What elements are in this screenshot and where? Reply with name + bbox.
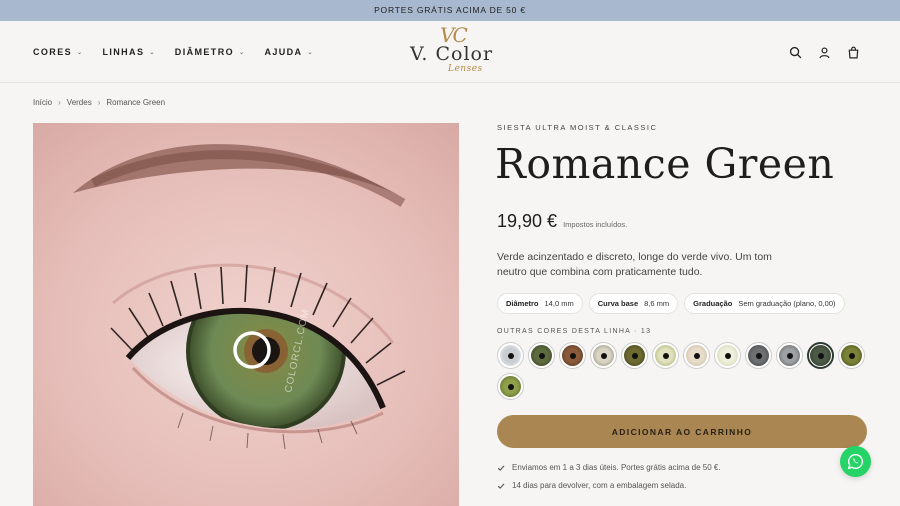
swatch-pupil [507, 383, 514, 390]
spec-value: 14,0 mm [544, 299, 574, 308]
swatch-lens [810, 345, 831, 366]
swatch-pupil [662, 352, 669, 359]
product-description: Verde acinzentado e discreto, longe do v… [497, 251, 772, 278]
chevron-down-icon: ⌄ [77, 49, 84, 56]
perk-shipping: Enviamos em 1 a 3 dias úteis. Portes grá… [497, 463, 721, 472]
color-swatch[interactable] [714, 342, 741, 369]
announcement-text: PORTES GRÁTIS ACIMA DE 50 € [374, 5, 526, 15]
spec-value: Sem graduação (plano, 0,00) [738, 299, 836, 308]
swatch-lens [748, 345, 769, 366]
chevron-down-icon: ⌄ [239, 49, 246, 56]
perk-text: Enviamos em 1 a 3 dias úteis. Portes grá… [512, 463, 721, 472]
spec-diameter: Diâmetro 14,0 mm [497, 293, 583, 314]
swatch-lens [531, 345, 552, 366]
perk-returns: 14 dias para devolver, com a embalagem s… [497, 481, 721, 490]
nav-item-diametro[interactable]: DIÂMETRO ⌄ [175, 47, 246, 57]
swatch-lens [655, 345, 676, 366]
color-swatch[interactable] [776, 342, 803, 369]
color-swatch[interactable] [621, 342, 648, 369]
breadcrumb-current: Romance Green [106, 98, 166, 107]
swatch-lens [841, 345, 862, 366]
nav-item-ajuda[interactable]: AJUDA ⌄ [264, 47, 313, 57]
swatch-pupil [817, 352, 824, 359]
color-swatch[interactable] [683, 342, 710, 369]
swatch-pupil [724, 352, 731, 359]
swatch-lens [686, 345, 707, 366]
logo-subtitle: Lenses [448, 64, 483, 74]
color-swatches [497, 342, 869, 400]
nav-label: LINHAS [102, 47, 145, 57]
nav-item-linhas[interactable]: LINHAS ⌄ [102, 47, 155, 57]
eye-illustration: COLORCL.COM [33, 123, 459, 506]
announcement-bar: PORTES GRÁTIS ACIMA DE 50 € [0, 0, 900, 21]
nav-label: AJUDA [264, 47, 303, 57]
perk-text: 14 dias para devolver, com a embalagem s… [512, 481, 687, 490]
color-swatch[interactable] [838, 342, 865, 369]
color-swatch[interactable] [807, 342, 834, 369]
color-swatch[interactable] [559, 342, 586, 369]
other-colors-label: OUTRAS CORES DESTA LINHA · 13 [497, 328, 652, 335]
swatch-pupil [600, 352, 607, 359]
perks-list: Enviamos em 1 a 3 dias úteis. Portes grá… [497, 463, 721, 490]
breadcrumb-home[interactable]: Início [33, 98, 52, 107]
swatch-lens [779, 345, 800, 366]
breadcrumb-separator: › [97, 98, 101, 107]
logo-wordmark: V. Color [410, 43, 494, 65]
breadcrumb-category[interactable]: Verdes [67, 98, 92, 107]
color-swatch[interactable] [745, 342, 772, 369]
swatch-lens [624, 345, 645, 366]
header-actions [789, 21, 860, 83]
chevron-down-icon: ⌄ [307, 49, 314, 56]
spec-key: Graduação [693, 299, 733, 308]
cart-icon[interactable] [847, 46, 860, 59]
site-header: CORES ⌄ LINHAS ⌄ DIÂMETRO ⌄ AJUDA ⌄ VC V. Co… [0, 21, 900, 83]
nav-label: CORES [33, 47, 73, 57]
color-swatch[interactable] [497, 373, 524, 400]
swatch-pupil [507, 352, 514, 359]
spec-chips: Diâmetro 14,0 mm Curva base 8,6 mm Graduaç… [497, 293, 845, 314]
swatch-pupil [786, 352, 793, 359]
product-title: Romance Green [495, 140, 835, 188]
color-swatch[interactable] [590, 342, 617, 369]
chevron-down-icon: ⌄ [149, 49, 156, 56]
product-brand-line: SIESTA ULTRA MOIST & CLASSIC [497, 123, 658, 132]
color-swatch[interactable] [528, 342, 555, 369]
whatsapp-icon [847, 454, 864, 470]
spec-prescription: Graduação Sem graduação (plano, 0,00) [684, 293, 845, 314]
spec-key: Diâmetro [506, 299, 539, 308]
account-icon[interactable] [818, 46, 831, 59]
breadcrumb: Início › Verdes › Romance Green [33, 98, 165, 107]
swatch-lens [717, 345, 738, 366]
swatch-pupil [569, 352, 576, 359]
swatch-pupil [693, 352, 700, 359]
add-to-cart-button[interactable]: ADICIONAR AO CARRINHO [497, 415, 867, 448]
spec-value: 8,6 mm [644, 299, 670, 308]
swatch-lens [593, 345, 614, 366]
swatch-pupil [755, 352, 762, 359]
swatch-pupil [538, 352, 545, 359]
check-icon [497, 483, 505, 489]
nav-label: DIÂMETRO [174, 47, 234, 57]
swatch-lens [500, 376, 521, 397]
nav-item-cores[interactable]: CORES ⌄ [33, 47, 83, 57]
search-icon[interactable] [789, 46, 802, 59]
spec-base-curve: Curva base 8,6 mm [588, 293, 679, 314]
product-price: 19,90 € [497, 211, 558, 231]
swatch-pupil [848, 352, 855, 359]
check-icon [497, 465, 505, 471]
spec-key: Curva base [597, 299, 639, 308]
tax-note: Impostos incluídos. [563, 220, 628, 229]
color-swatch[interactable] [497, 342, 524, 369]
main-nav: CORES ⌄ LINHAS ⌄ DIÂMETRO ⌄ AJUDA ⌄ [33, 21, 314, 83]
site-logo[interactable]: VC V. Color Lenses [400, 21, 500, 83]
price-row: 19,90 € Impostos incluídos. [497, 211, 627, 232]
whatsapp-button[interactable] [840, 446, 871, 477]
swatch-lens [500, 345, 521, 366]
swatch-lens [562, 345, 583, 366]
color-swatch[interactable] [652, 342, 679, 369]
product-photo[interactable]: COLORCL.COM [33, 123, 459, 506]
swatch-pupil [631, 352, 638, 359]
breadcrumb-separator: › [58, 98, 61, 107]
